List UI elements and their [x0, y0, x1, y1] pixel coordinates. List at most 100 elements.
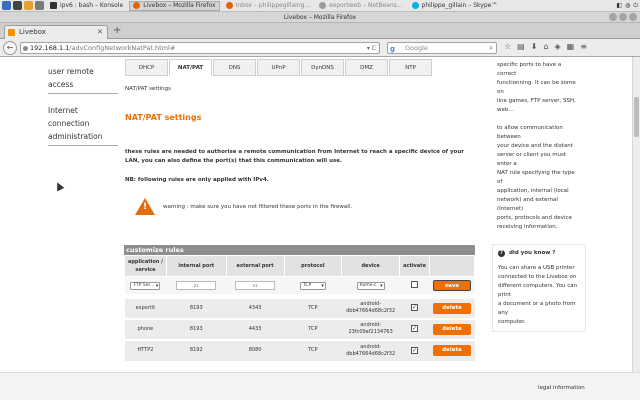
rule-device: android- 23fc09af2134763 — [341, 317, 400, 340]
legal-information-link[interactable]: legal information — [538, 385, 585, 391]
navigation-bar: ← 192.168.1.1/advConfigNetworkNatPat.htm… — [0, 39, 640, 57]
browser-tab-livebox[interactable]: Livebox ✕ — [4, 25, 108, 39]
task-skype[interactable]: philippe_gillain – Skype™ — [409, 1, 501, 11]
close-tab-icon[interactable]: ✕ — [97, 26, 103, 39]
task-netbeans[interactable]: exportweb – NetBeans... — [316, 1, 405, 11]
tray-volume-icon[interactable]: ◍ — [625, 2, 630, 9]
rule-external-port: 8080 — [226, 338, 284, 361]
search-placeholder: Google — [405, 44, 428, 52]
tray-power-icon[interactable]: ⏻ — [633, 2, 638, 10]
internal-port-input[interactable] — [176, 281, 217, 290]
system-tray: ◧ ◍ ⏻ — [616, 2, 640, 10]
tab-dhcp[interactable]: DHCP — [125, 59, 168, 76]
rule-internal-port: 8192 — [166, 338, 227, 361]
col-header-activate: activate — [399, 255, 431, 277]
extensions-icon[interactable]: ▦ — [567, 42, 575, 51]
help-sidebar: specific ports to have a correct functio… — [492, 57, 586, 332]
customize-rules-title: customize rules — [124, 245, 475, 255]
delete-button[interactable]: delete — [433, 302, 471, 314]
scrollbar-thumb[interactable] — [634, 97, 639, 137]
activate-checkbox[interactable]: ✓ — [411, 304, 419, 311]
rule-app: HTTP2 — [124, 338, 167, 361]
site-identity-icon[interactable] — [23, 46, 28, 51]
task-konsole[interactable]: ipv6 : bash – Konsole — [47, 1, 126, 11]
google-icon: g — [390, 45, 396, 53]
rule-external-port: 4343 — [226, 296, 284, 319]
toolbar-buttons: ☆ ▤ ⬇ ⌂ ◈ ▦ ≡ — [504, 42, 587, 51]
window-titlebar: Livebox – Mozilla Firefox — [0, 12, 640, 23]
mouse-cursor-icon — [53, 180, 65, 192]
col-header-protocol: protocol — [283, 255, 343, 277]
col-header-device: device — [341, 255, 401, 277]
table-row: HTTP2 8192 8080 TCP android-dbb47664d68c… — [124, 338, 475, 361]
nav-item-internet-connection-administration[interactable]: Internet connection administration — [48, 102, 118, 146]
livebox-favicon-icon — [8, 29, 15, 36]
activate-checkbox[interactable]: ✓ — [411, 346, 419, 354]
rule-internal-port: 8193 — [166, 296, 227, 319]
col-header-application: application / service — [124, 255, 167, 277]
help-box: specific ports to have a correct functio… — [497, 62, 576, 230]
new-rule-row: FTP Ser... TCP home-c save — [124, 276, 475, 295]
task-firefox[interactable]: Livebox – Mozilla Firefox — [129, 0, 220, 11]
tab-ntp[interactable]: NTP — [389, 59, 432, 76]
table-row: phone 8193 4433 TCP android- 23fc09af2134… — [124, 317, 475, 340]
url-bar[interactable]: 192.168.1.1/advConfigNetworkNatPat.html#… — [20, 42, 380, 54]
breadcrumb: NAT/PAT settings — [125, 86, 172, 92]
reading-list-icon[interactable]: ▤ — [517, 42, 525, 51]
file-manager-icon[interactable] — [24, 1, 33, 10]
protocol-select[interactable]: TCP — [299, 281, 326, 290]
netbeans-icon — [319, 2, 327, 9]
warning-icon: ! — [135, 198, 155, 215]
col-header-external-port: external port — [225, 255, 285, 277]
pocket-icon[interactable]: ◈ — [555, 42, 561, 51]
close-window-button[interactable] — [629, 13, 637, 21]
download-icon[interactable]: ⬇ — [531, 42, 538, 51]
table-row: exportit 8193 4343 TCP android-dbb47664d… — [124, 296, 475, 319]
star-icon[interactable]: ☆ — [504, 42, 511, 51]
activate-checkbox[interactable] — [411, 280, 419, 288]
app-icon[interactable] — [35, 1, 44, 10]
task-mail[interactable]: Inbox – philippegillaing... — [223, 1, 314, 11]
maximize-button[interactable] — [619, 13, 627, 21]
page-content: user remote access Internet connection a… — [0, 57, 640, 400]
tab-dns[interactable]: DNS — [213, 59, 256, 76]
rule-internal-port: 8193 — [166, 317, 227, 340]
os-taskbar: ipv6 : bash – Konsole Livebox – Mozilla … — [0, 0, 640, 12]
page-scrollbar[interactable] — [632, 57, 640, 372]
left-navigation: user remote access Internet connection a… — [48, 63, 118, 146]
search-bar[interactable]: g Google ⌕ — [387, 42, 497, 54]
reload-icon[interactable]: ▾ C — [367, 43, 376, 54]
tab-upnp[interactable]: UPnP — [257, 59, 300, 76]
home-icon[interactable]: ⌂ — [543, 42, 548, 51]
tab-nat-pat[interactable]: NAT/PAT — [169, 59, 212, 76]
col-header-action — [429, 255, 475, 277]
application-select[interactable]: FTP Ser... — [130, 281, 161, 290]
konsole-icon — [50, 2, 57, 9]
terminal-icon[interactable] — [13, 1, 22, 10]
delete-button[interactable]: delete — [433, 323, 471, 335]
tab-dyndns[interactable]: DynDNS — [301, 59, 344, 76]
nav-item-user-remote-access[interactable]: user remote access — [48, 63, 118, 94]
page-footer: legal information — [0, 372, 640, 400]
rule-device: android-dbb47664d68c2f32 — [341, 338, 400, 361]
search-icon[interactable]: ⌕ — [489, 43, 493, 54]
delete-button[interactable]: delete — [433, 345, 471, 356]
tray-network-icon[interactable]: ◧ — [616, 2, 622, 9]
firefox-icon — [133, 2, 141, 9]
external-port-input[interactable] — [235, 281, 276, 290]
rules-table: application / service internal port exte… — [124, 255, 475, 361]
skype-icon — [411, 2, 419, 9]
ipv4-note: NB: following rules are only applied wit… — [125, 177, 269, 183]
minimize-button[interactable] — [609, 13, 617, 21]
back-arrow-icon[interactable]: ← — [3, 41, 17, 55]
question-icon: ? — [498, 250, 505, 257]
menu-icon[interactable]: ≡ — [580, 42, 587, 51]
activate-checkbox[interactable]: ✓ — [411, 325, 419, 332]
launcher-icon[interactable] — [2, 1, 11, 10]
rule-protocol: TCP — [284, 338, 342, 361]
tab-dmz[interactable]: DMZ — [345, 59, 388, 76]
save-button[interactable]: save — [433, 280, 471, 291]
device-select[interactable]: home-c — [356, 281, 385, 290]
url-path: /advConfigNetworkNatPat.html# — [69, 44, 176, 52]
new-tab-icon[interactable]: + — [113, 25, 121, 36]
